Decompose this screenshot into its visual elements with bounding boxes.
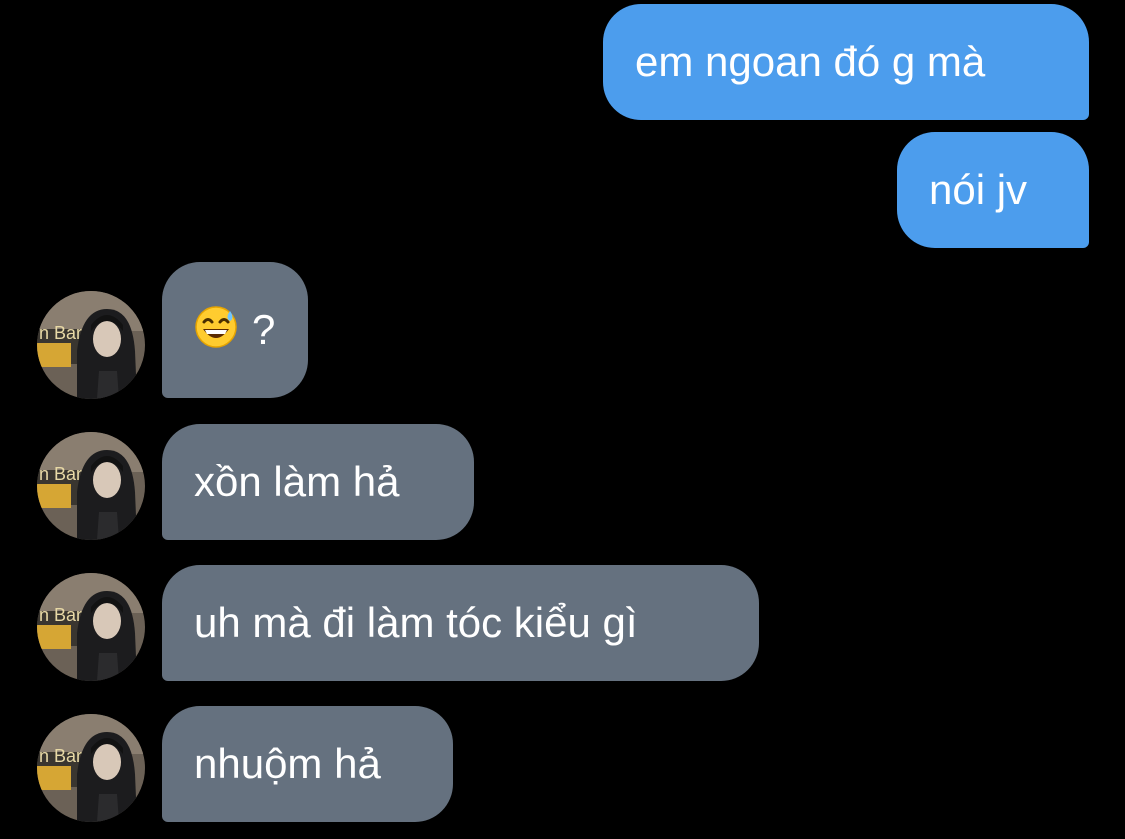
message-bubble-received[interactable]: uh mà đi làm tóc kiểu gì [162, 565, 759, 681]
avatar-photo: n Bar MA [37, 573, 145, 681]
message-bubble-received[interactable]: nhuộm hả [162, 706, 453, 822]
message-text: em ngoan đó g mà [635, 38, 986, 85]
contact-avatar[interactable]: n Bar MA [37, 714, 145, 822]
message-bubble-received[interactable]: ? [162, 262, 308, 398]
message-text: nói jv [929, 166, 1028, 213]
avatar-photo: n Bar MA [37, 291, 145, 399]
message-text: xồn làm hả [194, 458, 400, 505]
message-text: nhuộm hả [194, 740, 381, 787]
avatar-photo: n Bar MA [37, 432, 145, 540]
avatar-photo: n Bar MA [37, 714, 145, 822]
contact-avatar[interactable]: n Bar MA [37, 573, 145, 681]
message-text: ? [252, 306, 276, 353]
message-bubble-sent[interactable]: em ngoan đó g mà [603, 4, 1089, 120]
chat-screen: { "conversation": { "messages": [ { "fro… [0, 0, 1125, 839]
contact-avatar[interactable]: n Bar MA [37, 432, 145, 540]
contact-avatar[interactable]: n Bar MA [37, 291, 145, 399]
message-bubble-sent[interactable]: nói jv [897, 132, 1089, 248]
sweat-smile-emoji-icon [194, 305, 238, 356]
message-bubble-received[interactable]: xồn làm hả [162, 424, 474, 540]
message-text: uh mà đi làm tóc kiểu gì [194, 599, 638, 646]
